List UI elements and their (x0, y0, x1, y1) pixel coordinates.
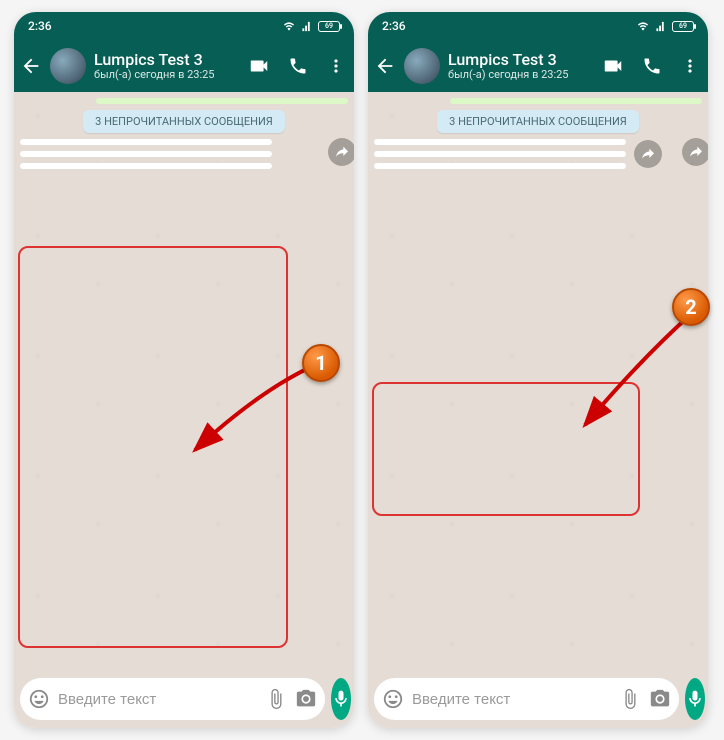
attach-icon[interactable] (619, 688, 641, 710)
signal-icon (300, 21, 314, 32)
status-bar: 2:36 69 (368, 12, 708, 40)
emoji-icon[interactable] (382, 688, 404, 710)
mic-button[interactable] (331, 678, 351, 720)
wifi-icon (282, 21, 296, 32)
message-input[interactable] (58, 691, 257, 708)
status-right: 69 (282, 21, 340, 32)
step-badge-2: 2 (672, 288, 710, 326)
unread-divider: 3 НЕПРОЧИТАННЫХ СООБЩЕНИЯ (374, 110, 702, 133)
chat-name: Lumpics Test 3 (94, 51, 240, 69)
app-bar: Lumpics Test 3 был(-а) сегодня в 23:25 (14, 40, 354, 92)
back-icon[interactable] (374, 55, 396, 77)
message-input-pill[interactable] (374, 678, 679, 720)
incoming-image-1[interactable]: 75 КБ 23:24 (374, 139, 626, 145)
mic-button[interactable] (685, 678, 705, 720)
avatar[interactable] (50, 48, 86, 84)
chat-name: Lumpics Test 3 (448, 51, 594, 69)
incoming-image-3[interactable]: 221 КБ 23:25 (20, 163, 272, 169)
status-bar: 2:36 69 (14, 12, 354, 40)
camera-icon[interactable] (295, 688, 317, 710)
forward-button[interactable] (682, 138, 708, 166)
status-time: 2:36 (28, 19, 52, 33)
incoming-image-1[interactable]: 75 КБ 23:24 (20, 139, 272, 145)
incoming-image-3[interactable]: 221 КБ 23:25 (374, 163, 626, 169)
chat-last-seen: был(-а) сегодня в 23:25 (448, 69, 594, 81)
forward-button[interactable] (328, 138, 354, 166)
voice-call-icon[interactable] (288, 56, 308, 76)
input-row (368, 672, 708, 728)
app-bar: Lumpics Test 3 был(-а) сегодня в 23:25 (368, 40, 708, 92)
video-call-icon[interactable] (248, 55, 270, 77)
sent-image-message[interactable]: 23:14 (96, 98, 348, 104)
camera-icon[interactable] (649, 688, 671, 710)
video-call-icon[interactable] (602, 55, 624, 77)
emoji-icon[interactable] (28, 688, 50, 710)
chat-title-block[interactable]: Lumpics Test 3 был(-а) сегодня в 23:25 (94, 51, 240, 81)
menu-icon[interactable] (326, 56, 346, 76)
attach-icon[interactable] (265, 688, 287, 710)
status-right: 69 (636, 21, 694, 32)
menu-icon[interactable] (680, 56, 700, 76)
battery-icon: 69 (318, 21, 340, 32)
chat-title-block[interactable]: Lumpics Test 3 был(-а) сегодня в 23:25 (448, 51, 594, 81)
status-time: 2:36 (382, 19, 406, 33)
voice-call-icon[interactable] (642, 56, 662, 76)
forward-button[interactable] (634, 140, 662, 168)
message-input[interactable] (412, 691, 611, 708)
message-input-pill[interactable] (20, 678, 325, 720)
avatar[interactable] (404, 48, 440, 84)
chat-last-seen: был(-а) сегодня в 23:25 (94, 69, 240, 81)
back-icon[interactable] (20, 55, 42, 77)
unread-divider: 3 НЕПРОЧИТАННЫХ СООБЩЕНИЯ (20, 110, 348, 133)
wifi-icon (636, 21, 650, 32)
battery-icon: 69 (672, 21, 694, 32)
step-badge-1: 1 (302, 344, 340, 382)
arrow-2 (570, 310, 700, 440)
incoming-image-2-downloaded[interactable]: 23:25 (374, 151, 626, 157)
input-row (14, 672, 354, 728)
sent-image-message[interactable]: 23:14 (450, 98, 702, 104)
signal-icon (654, 21, 668, 32)
incoming-image-2[interactable]: 159 КБ 23:25 (20, 151, 272, 157)
